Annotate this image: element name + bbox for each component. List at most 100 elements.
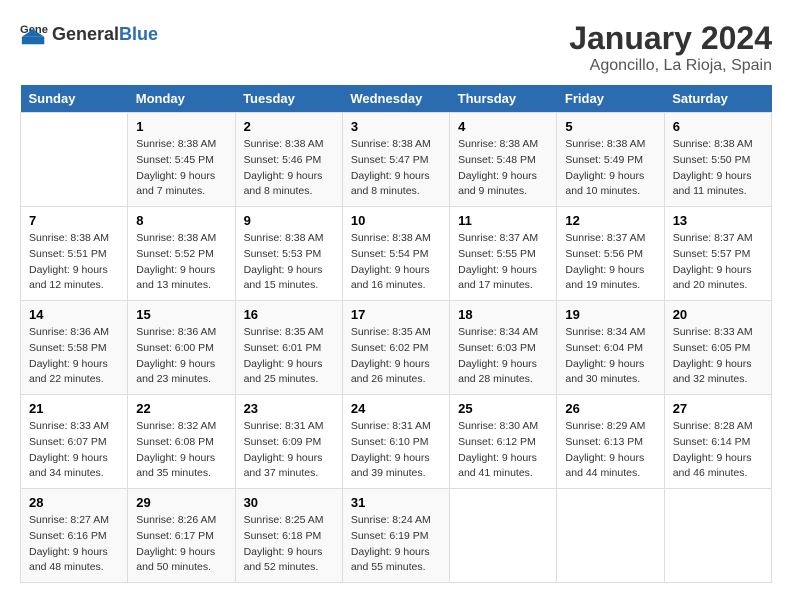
day-number: 9 [244, 213, 334, 228]
calendar-cell: 25Sunrise: 8:30 AMSunset: 6:12 PMDayligh… [450, 395, 557, 489]
day-info: Sunrise: 8:32 AMSunset: 6:08 PMDaylight:… [136, 419, 226, 482]
weekday-header-wednesday: Wednesday [342, 85, 449, 113]
day-info: Sunrise: 8:38 AMSunset: 5:50 PMDaylight:… [673, 137, 763, 200]
calendar-cell: 4 Sunrise: 8:38 AMSunset: 5:48 PMDaylight… [450, 113, 557, 207]
day-number: 12 [565, 213, 655, 228]
calendar-cell: 1 Sunrise: 8:38 AMSunset: 5:45 PMDaylight… [128, 113, 235, 207]
day-info: Sunrise: 8:31 AMSunset: 6:10 PMDaylight:… [351, 419, 441, 482]
day-info: Sunrise: 8:38 AMSunset: 5:48 PMDaylight:… [458, 137, 548, 200]
title-area: January 2024 Agoncillo, La Rioja, Spain [569, 20, 772, 75]
calendar-cell: 28 Sunrise: 8:27 AMSunset: 6:16 PMDayligh… [21, 489, 128, 583]
calendar-cell: 18 Sunrise: 8:34 AMSunset: 6:03 PMDayligh… [450, 301, 557, 395]
calendar-cell: 13 Sunrise: 8:37 AMSunset: 5:57 PMDayligh… [664, 207, 771, 301]
day-info: Sunrise: 8:24 AMSunset: 6:19 PMDaylight:… [351, 513, 441, 576]
day-number: 22 [136, 401, 226, 416]
calendar-cell: 20Sunrise: 8:33 AMSunset: 6:05 PMDayligh… [664, 301, 771, 395]
day-info: Sunrise: 8:38 AMSunset: 5:53 PMDaylight:… [244, 231, 334, 294]
day-info: Sunrise: 8:38 AMSunset: 5:52 PMDaylight:… [136, 231, 226, 294]
day-info: Sunrise: 8:27 AMSunset: 6:16 PMDaylight:… [29, 513, 119, 576]
logo-icon: General [20, 20, 48, 48]
day-number: 24 [351, 401, 441, 416]
weekday-header-row: SundayMondayTuesdayWednesdayThursdayFrid… [21, 85, 772, 113]
day-info: Sunrise: 8:34 AMSunset: 6:03 PMDaylight:… [458, 325, 548, 388]
day-number: 8 [136, 213, 226, 228]
calendar-cell: 23Sunrise: 8:31 AMSunset: 6:09 PMDayligh… [235, 395, 342, 489]
day-info: Sunrise: 8:28 AMSunset: 6:14 PMDaylight:… [673, 419, 763, 482]
day-number: 1 [136, 119, 226, 134]
day-info: Sunrise: 8:37 AMSunset: 5:55 PMDaylight:… [458, 231, 548, 294]
calendar-week-row-3: 21 Sunrise: 8:33 AMSunset: 6:07 PMDayligh… [21, 395, 772, 489]
calendar-cell: 21 Sunrise: 8:33 AMSunset: 6:07 PMDayligh… [21, 395, 128, 489]
day-number: 5 [565, 119, 655, 134]
day-info: Sunrise: 8:38 AMSunset: 5:54 PMDaylight:… [351, 231, 441, 294]
day-number: 23 [244, 401, 334, 416]
calendar-cell: 27 Sunrise: 8:28 AMSunset: 6:14 PMDayligh… [664, 395, 771, 489]
calendar-cell: 12 Sunrise: 8:37 AMSunset: 5:56 PMDayligh… [557, 207, 664, 301]
logo-blue-text: Blue [119, 24, 158, 44]
day-info: Sunrise: 8:29 AMSunset: 6:13 PMDaylight:… [565, 419, 655, 482]
calendar-table: SundayMondayTuesdayWednesdayThursdayFrid… [20, 85, 772, 583]
calendar-cell: 2 Sunrise: 8:38 AMSunset: 5:46 PMDaylight… [235, 113, 342, 207]
day-info: Sunrise: 8:35 AMSunset: 6:02 PMDaylight:… [351, 325, 441, 388]
day-info: Sunrise: 8:37 AMSunset: 5:56 PMDaylight:… [565, 231, 655, 294]
calendar-cell: 16 Sunrise: 8:35 AMSunset: 6:01 PMDayligh… [235, 301, 342, 395]
day-number: 2 [244, 119, 334, 134]
weekday-header-tuesday: Tuesday [235, 85, 342, 113]
logo: General GeneralBlue [20, 20, 158, 48]
day-number: 30 [244, 495, 334, 510]
day-number: 10 [351, 213, 441, 228]
calendar-cell: 14 Sunrise: 8:36 AMSunset: 5:58 PMDayligh… [21, 301, 128, 395]
calendar-week-row-4: 28 Sunrise: 8:27 AMSunset: 6:16 PMDayligh… [21, 489, 772, 583]
weekday-header-monday: Monday [128, 85, 235, 113]
weekday-header-saturday: Saturday [664, 85, 771, 113]
day-number: 20 [673, 307, 763, 322]
day-number: 27 [673, 401, 763, 416]
day-info: Sunrise: 8:38 AMSunset: 5:45 PMDaylight:… [136, 137, 226, 200]
calendar-cell: 5 Sunrise: 8:38 AMSunset: 5:49 PMDaylight… [557, 113, 664, 207]
day-number: 31 [351, 495, 441, 510]
day-number: 7 [29, 213, 119, 228]
calendar-cell [450, 489, 557, 583]
day-info: Sunrise: 8:36 AMSunset: 5:58 PMDaylight:… [29, 325, 119, 388]
day-number: 4 [458, 119, 548, 134]
day-number: 17 [351, 307, 441, 322]
calendar-week-row-0: 1 Sunrise: 8:38 AMSunset: 5:45 PMDaylight… [21, 113, 772, 207]
day-info: Sunrise: 8:38 AMSunset: 5:47 PMDaylight:… [351, 137, 441, 200]
day-number: 16 [244, 307, 334, 322]
calendar-cell: 17 Sunrise: 8:35 AMSunset: 6:02 PMDayligh… [342, 301, 449, 395]
calendar-cell: 3Sunrise: 8:38 AMSunset: 5:47 PMDaylight… [342, 113, 449, 207]
day-info: Sunrise: 8:37 AMSunset: 5:57 PMDaylight:… [673, 231, 763, 294]
day-number: 21 [29, 401, 119, 416]
calendar-header: SundayMondayTuesdayWednesdayThursdayFrid… [21, 85, 772, 113]
day-number: 19 [565, 307, 655, 322]
calendar-subtitle: Agoncillo, La Rioja, Spain [569, 57, 772, 75]
day-number: 6 [673, 119, 763, 134]
day-number: 15 [136, 307, 226, 322]
day-info: Sunrise: 8:38 AMSunset: 5:49 PMDaylight:… [565, 137, 655, 200]
calendar-title: January 2024 [569, 20, 772, 57]
logo-general-text: General [52, 24, 119, 44]
weekday-header-friday: Friday [557, 85, 664, 113]
day-info: Sunrise: 8:25 AMSunset: 6:18 PMDaylight:… [244, 513, 334, 576]
calendar-cell: 9 Sunrise: 8:38 AMSunset: 5:53 PMDaylight… [235, 207, 342, 301]
day-info: Sunrise: 8:30 AMSunset: 6:12 PMDaylight:… [458, 419, 548, 482]
day-number: 13 [673, 213, 763, 228]
day-info: Sunrise: 8:26 AMSunset: 6:17 PMDaylight:… [136, 513, 226, 576]
calendar-cell: 22 Sunrise: 8:32 AMSunset: 6:08 PMDayligh… [128, 395, 235, 489]
day-number: 14 [29, 307, 119, 322]
day-info: Sunrise: 8:38 AMSunset: 5:46 PMDaylight:… [244, 137, 334, 200]
day-info: Sunrise: 8:33 AMSunset: 6:07 PMDaylight:… [29, 419, 119, 482]
day-number: 28 [29, 495, 119, 510]
calendar-cell: 29Sunrise: 8:26 AMSunset: 6:17 PMDayligh… [128, 489, 235, 583]
calendar-cell [664, 489, 771, 583]
calendar-cell: 8 Sunrise: 8:38 AMSunset: 5:52 PMDaylight… [128, 207, 235, 301]
calendar-cell: 7Sunrise: 8:38 AMSunset: 5:51 PMDaylight… [21, 207, 128, 301]
calendar-cell [557, 489, 664, 583]
day-number: 18 [458, 307, 548, 322]
calendar-week-row-2: 14 Sunrise: 8:36 AMSunset: 5:58 PMDayligh… [21, 301, 772, 395]
calendar-cell: 15Sunrise: 8:36 AMSunset: 6:00 PMDayligh… [128, 301, 235, 395]
day-info: Sunrise: 8:34 AMSunset: 6:04 PMDaylight:… [565, 325, 655, 388]
calendar-cell: 31 Sunrise: 8:24 AMSunset: 6:19 PMDayligh… [342, 489, 449, 583]
day-info: Sunrise: 8:35 AMSunset: 6:01 PMDaylight:… [244, 325, 334, 388]
calendar-body: 1 Sunrise: 8:38 AMSunset: 5:45 PMDaylight… [21, 113, 772, 583]
